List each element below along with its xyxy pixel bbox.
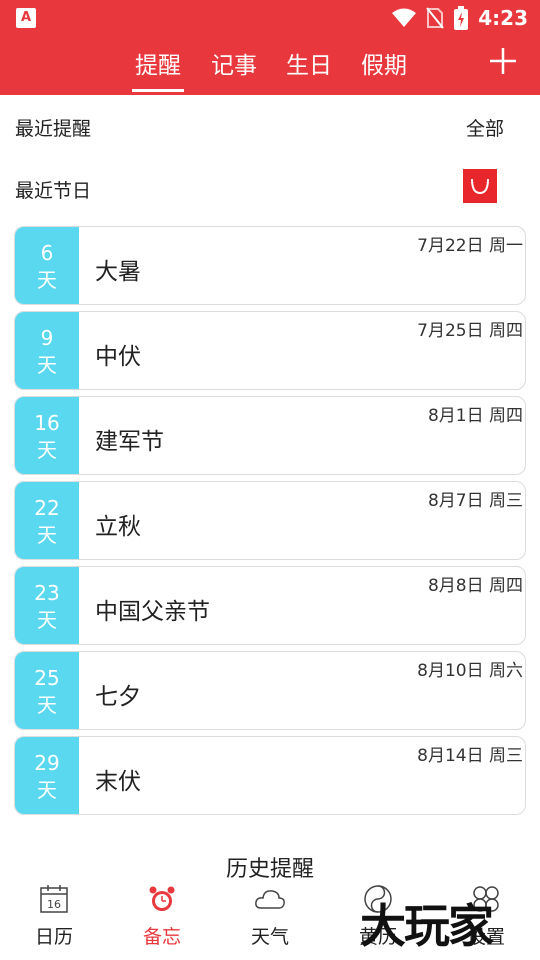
all-reminders-link[interactable]: 全部 [466, 114, 504, 141]
days-count: 29 [34, 751, 60, 775]
holiday-card[interactable]: 6 天 大暑 7月22日 周一 [14, 226, 526, 305]
calendar-day-text: 16 [47, 898, 61, 911]
calendar-icon: 16 [40, 885, 68, 913]
holiday-name: 建军节 [95, 429, 164, 455]
holiday-name: 大暑 [95, 259, 141, 285]
holiday-card[interactable]: 9 天 中伏 7月25日 周四 [14, 311, 526, 390]
app-notification-icon: A [16, 8, 36, 28]
days-unit: 天 [37, 523, 57, 547]
holiday-name: 中国父亲节 [95, 599, 210, 625]
holiday-name: 末伏 [95, 769, 141, 795]
wifi-icon [392, 8, 417, 27]
days-remaining-block: 25 天 [15, 652, 79, 729]
holiday-date: 8月7日 周三 [427, 491, 523, 511]
alarm-clock-icon [149, 886, 175, 911]
days-unit: 天 [37, 268, 57, 292]
holiday-card[interactable]: 16 天 建军节 8月1日 周四 [14, 396, 526, 475]
days-remaining-block: 22 天 [15, 482, 79, 559]
chevron-down-icon [471, 178, 489, 195]
no-sim-icon [426, 7, 445, 29]
days-unit: 天 [37, 608, 57, 632]
days-unit: 天 [37, 438, 57, 462]
status-time: 4:23 [478, 6, 528, 30]
days-count: 22 [34, 496, 60, 520]
cloud-icon [255, 890, 285, 909]
nav-label: 备忘 [142, 926, 181, 948]
days-remaining-block: 29 天 [15, 737, 79, 814]
holiday-date: 8月8日 周四 [427, 576, 523, 596]
holiday-date: 7月25日 周四 [417, 321, 523, 341]
nav-calendar[interactable]: 16 日历 [0, 880, 108, 960]
tab-reminders[interactable]: 提醒 [132, 46, 184, 92]
status-bar: A 4:23 [0, 0, 540, 36]
days-count: 16 [34, 411, 60, 435]
holiday-name: 七夕 [95, 684, 141, 710]
days-remaining-block: 16 天 [15, 397, 79, 474]
holiday-toggle-button[interactable] [463, 169, 497, 203]
recent-holidays-label: 最近节日 [15, 180, 92, 202]
nav-label: 日历 [34, 926, 73, 948]
days-count: 9 [40, 326, 54, 350]
holiday-card[interactable]: 29 天 末伏 8月14日 周三 [14, 736, 526, 815]
days-remaining-block: 23 天 [15, 567, 79, 644]
nav-label: 天气 [250, 926, 289, 948]
days-unit: 天 [37, 778, 57, 802]
battery-charging-icon [454, 6, 469, 30]
holiday-name: 立秋 [95, 514, 141, 540]
history-reminders-link[interactable]: 历史提醒 [0, 851, 540, 883]
status-icons: 4:23 [392, 5, 528, 31]
days-count: 23 [34, 581, 60, 605]
holiday-card[interactable]: 23 天 中国父亲节 8月8日 周四 [14, 566, 526, 645]
nav-memo[interactable]: 备忘 [108, 880, 216, 960]
tab-birthdays[interactable]: 生日 [286, 46, 332, 80]
add-button[interactable] [488, 46, 518, 76]
days-unit: 天 [37, 353, 57, 377]
tab-holidays[interactable]: 假期 [361, 46, 407, 80]
holiday-card[interactable]: 22 天 立秋 8月7日 周三 [14, 481, 526, 560]
days-unit: 天 [37, 693, 57, 717]
holiday-date: 7月22日 周一 [417, 236, 523, 256]
holiday-date: 8月10日 周六 [417, 661, 523, 681]
days-count: 6 [40, 241, 54, 265]
app-header: A 4:23 提醒 记事 生日 假期 [0, 0, 540, 95]
holiday-card[interactable]: 25 天 七夕 8月10日 周六 [14, 651, 526, 730]
top-tabs: 提醒 记事 生日 假期 [0, 36, 540, 95]
days-remaining-block: 9 天 [15, 312, 79, 389]
recent-reminders-label: 最近提醒 [15, 118, 92, 140]
days-remaining-block: 6 天 [15, 227, 79, 304]
holiday-date: 8月1日 周四 [427, 406, 523, 426]
holiday-date: 8月14日 周三 [417, 746, 523, 766]
nav-weather[interactable]: 天气 [216, 880, 324, 960]
watermark-logo: 大玩家 [360, 899, 494, 953]
holiday-name: 中伏 [95, 344, 141, 370]
tab-notes[interactable]: 记事 [211, 46, 257, 80]
days-count: 25 [34, 666, 60, 690]
